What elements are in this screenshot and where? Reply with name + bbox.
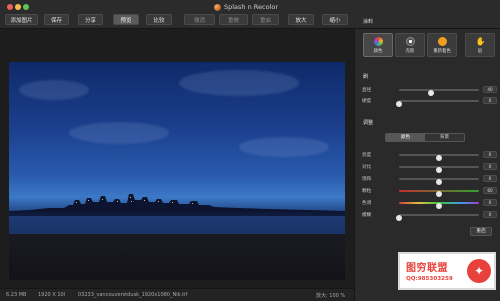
tool-label: 克斯 <box>405 48 415 54</box>
color-wheel-icon <box>373 36 383 46</box>
image-dimensions: 1920 X 10l <box>38 292 66 298</box>
app-icon <box>214 3 221 11</box>
slider-label: 颗粒 <box>362 189 372 194</box>
slider-track[interactable] <box>399 154 479 161</box>
slider-label: 饱和 <box>362 177 372 182</box>
slider-row: 饱和 0 <box>362 175 498 185</box>
hand-icon: ✋ <box>475 36 486 46</box>
cloud-shape <box>239 137 329 157</box>
rocky-shore <box>9 234 345 280</box>
slider-value-field[interactable]: 60 <box>483 187 497 194</box>
title-bar: Splash n Recolor 添加图片 保存 分享 预览 比较 撤消 重做 … <box>0 0 500 29</box>
slider-thumb[interactable] <box>428 90 434 96</box>
status-bar: 6.23 MB 1920 X 10l 03233_vancouverstdusk… <box>0 288 354 301</box>
adjust-section-title: 调整 <box>363 120 374 126</box>
slider-thumb[interactable] <box>436 167 442 173</box>
zoom-level: 放大: 100 % <box>316 293 346 299</box>
slider-row: 模糊 0 <box>362 211 498 221</box>
slider-value-field[interactable]: 0 <box>483 151 497 158</box>
slider-row: 对比 0 <box>362 163 498 173</box>
slider-row: 颗粒 60 <box>362 187 498 197</box>
slider-thumb[interactable] <box>396 101 402 107</box>
slider-track[interactable] <box>396 214 479 221</box>
slider-track[interactable] <box>399 166 479 173</box>
slider-track[interactable] <box>399 178 479 185</box>
recolor-icon <box>437 36 447 46</box>
slider-thumb[interactable] <box>436 155 442 161</box>
tools-section-title: 涂料 <box>363 19 374 25</box>
slider-thumb[interactable] <box>436 191 442 197</box>
light-icon <box>405 36 415 46</box>
zoom-in-button[interactable]: 放大 <box>288 14 314 25</box>
slider-value-field[interactable]: 0 <box>483 175 497 182</box>
watermark-qq: QQ:985303259 <box>406 276 453 282</box>
slider-track[interactable] <box>399 190 479 197</box>
file-name: 03233_vancouverstdusk_1920x1080_Nik.tif <box>78 292 188 298</box>
slider-thumb[interactable] <box>396 215 402 221</box>
file-size: 6.23 MB <box>6 292 27 298</box>
slider-value-field[interactable]: 0 <box>483 211 497 218</box>
reset-adjustments-button[interactable]: 重启 <box>470 227 492 236</box>
photo-canvas[interactable] <box>9 62 345 280</box>
slider-label: 模糊 <box>362 213 372 218</box>
slider-label: 色调 <box>362 201 372 206</box>
brush-section-title: 刷 <box>363 74 369 80</box>
tool-label: 重新着色 <box>433 48 451 54</box>
slider-track[interactable] <box>396 100 479 107</box>
save-button[interactable]: 保存 <box>44 14 69 25</box>
slider-row: 直径 40 <box>362 86 498 96</box>
watermark-title: 图穷联盟 <box>406 263 448 274</box>
slider-value-field[interactable]: 0 <box>483 97 497 104</box>
tool-label: 层 <box>477 48 483 54</box>
zoom-out-button[interactable]: 缩小 <box>322 14 348 25</box>
window-title: Splash n Recolor <box>214 2 278 12</box>
flame-logo-icon: ✦ <box>467 259 491 283</box>
preview-button[interactable]: 预览 <box>113 14 139 25</box>
slider-row: 硬度 0 <box>362 97 498 107</box>
cloud-shape <box>19 80 89 100</box>
slider-label: 硬度 <box>362 99 372 104</box>
slider-value-field[interactable]: 0 <box>483 199 497 206</box>
reset-button[interactable]: 重启 <box>252 14 279 25</box>
undo-button[interactable]: 撤消 <box>184 14 215 25</box>
tool-pan[interactable]: ✋ 层 <box>465 33 495 57</box>
cloud-shape <box>69 122 169 144</box>
share-button[interactable]: 分享 <box>78 14 103 25</box>
slider-value-field[interactable]: 40 <box>483 86 497 93</box>
watermark-badge: 图穷联盟 QQ:985303259 ✦ <box>398 252 496 290</box>
color-background-toggle[interactable]: 颜色 背景 <box>385 133 465 142</box>
tool-recolor[interactable]: 重新着色 <box>427 33 457 57</box>
segment-background[interactable]: 背景 <box>425 134 464 141</box>
tool-light[interactable]: 克斯 <box>395 33 425 57</box>
slider-track[interactable] <box>399 89 479 96</box>
slider-row: 色调 0 <box>362 199 498 209</box>
cloud-shape <box>179 70 299 96</box>
slider-thumb[interactable] <box>436 179 442 185</box>
redo-button[interactable]: 重做 <box>219 14 248 25</box>
compare-button[interactable]: 比较 <box>146 14 172 25</box>
minimize-window-button[interactable] <box>15 4 21 10</box>
slider-row: 亮度 0 <box>362 151 498 161</box>
window-title-text: Splash n Recolor <box>224 3 279 11</box>
canvas-area[interactable] <box>0 29 354 288</box>
slider-label: 直径 <box>362 88 372 93</box>
slider-value-field[interactable]: 0 <box>483 163 497 170</box>
slider-thumb[interactable] <box>436 203 442 209</box>
tool-color[interactable]: 颜色 <box>363 33 393 57</box>
close-window-button[interactable] <box>7 4 13 10</box>
slider-label: 亮度 <box>362 153 372 158</box>
slider-track[interactable] <box>399 202 479 209</box>
add-image-button[interactable]: 添加图片 <box>5 14 38 25</box>
zoom-window-button[interactable] <box>23 4 29 10</box>
tool-label: 颜色 <box>373 48 383 54</box>
segment-color[interactable]: 颜色 <box>386 134 425 141</box>
slider-label: 对比 <box>362 165 372 170</box>
